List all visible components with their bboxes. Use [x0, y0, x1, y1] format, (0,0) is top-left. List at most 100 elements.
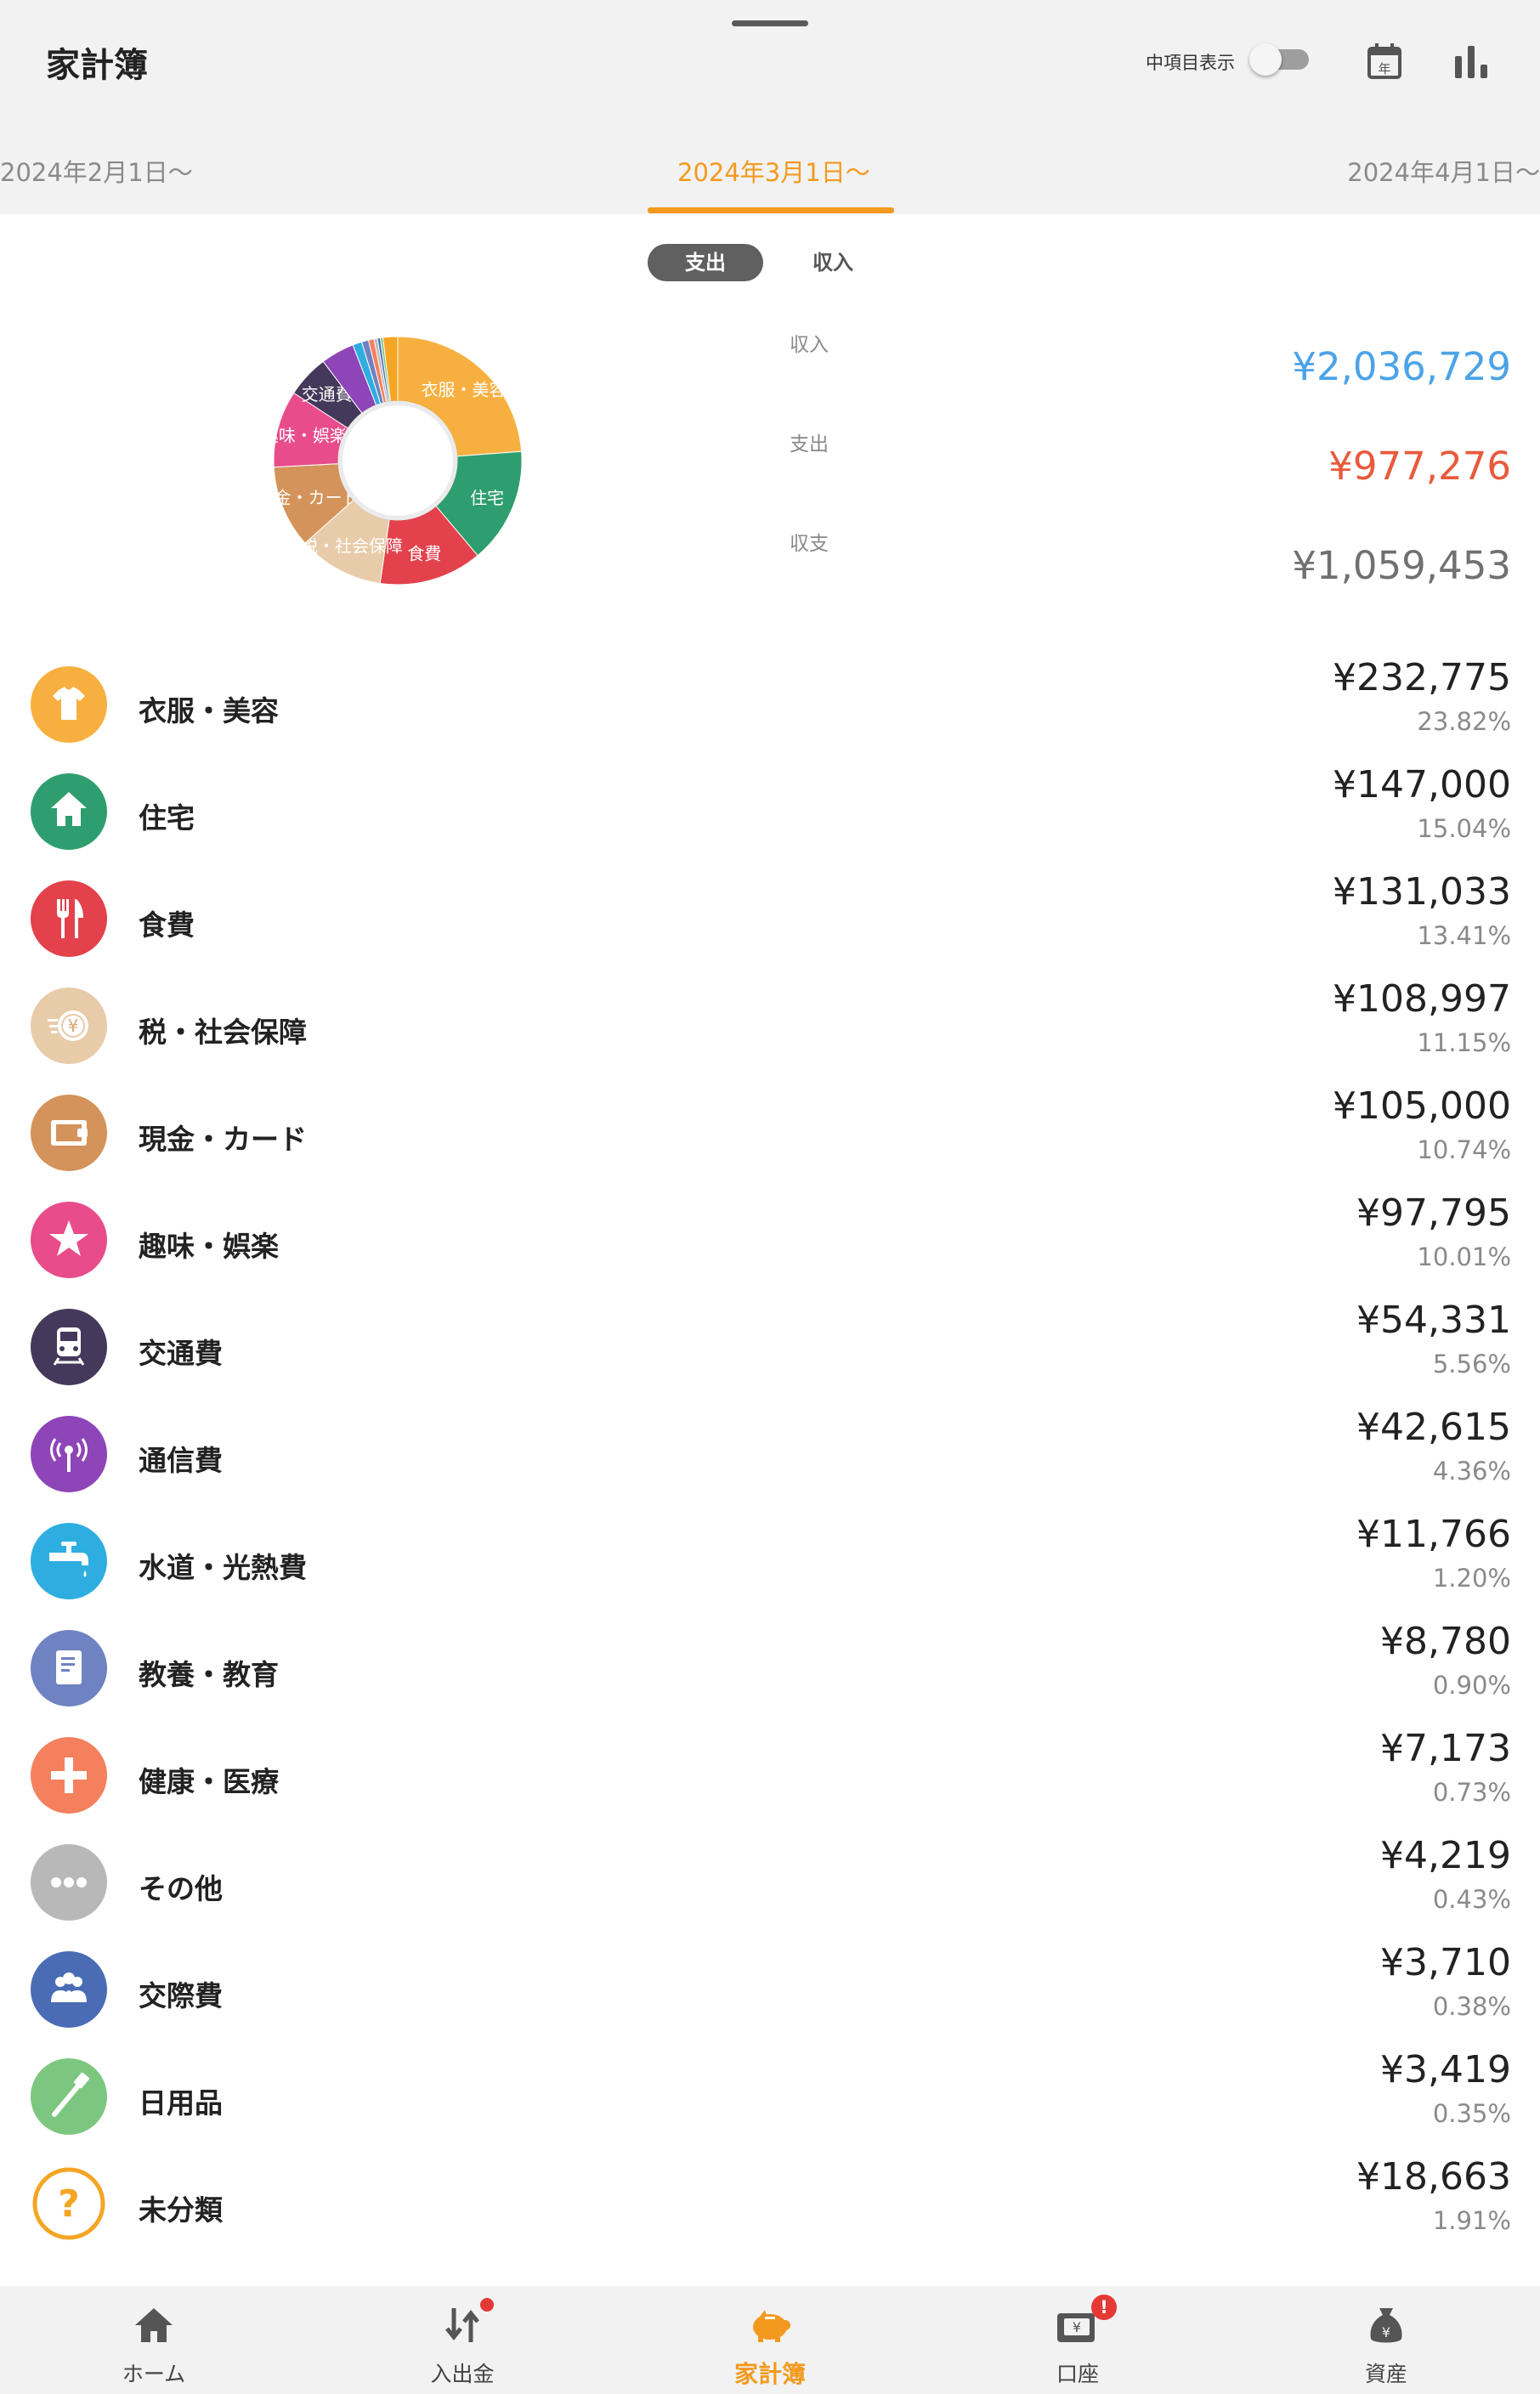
category-row[interactable]: 現金・カード ¥105,000 10.74% [0, 1079, 1540, 1186]
nav-accounts[interactable]: ¥ ! 口座 [993, 2286, 1163, 2394]
category-amount: ¥147,000 [1333, 763, 1511, 806]
category-name: 衣服・美容 [139, 694, 279, 727]
category-amount: ¥4,219 [1380, 1834, 1511, 1877]
nav-accounts-label: 口座 [1056, 2362, 1099, 2386]
category-amount: ¥54,331 [1356, 1299, 1511, 1342]
nav-assets-label: 資産 [1364, 2362, 1407, 2386]
category-amount: ¥3,710 [1380, 1941, 1511, 1984]
category-row[interactable]: 教養・教育 ¥8,780 0.90% [0, 1615, 1540, 1722]
segment-income[interactable]: 収入 [790, 244, 875, 281]
donut-slice-label: 税・社会保障 [301, 535, 403, 556]
category-percent: 0.73% [1432, 1778, 1511, 1807]
app-title: 家計簿 [46, 46, 148, 85]
category-row[interactable]: ? 未分類 ¥18,663 1.91% [0, 2150, 1540, 2257]
category-name: 日用品 [139, 2086, 223, 2120]
summary-balance-label: 収支 [790, 533, 829, 555]
category-row[interactable]: 交際費 ¥3,710 0.38% [0, 1936, 1540, 2043]
current-month-indicator [648, 207, 894, 213]
nav-kakeibo-label: 家計簿 [733, 2360, 806, 2388]
toothbrush-icon [31, 2058, 107, 2135]
nav-kakeibo[interactable]: 家計簿 [685, 2286, 855, 2394]
category-amount: ¥232,775 [1333, 656, 1511, 699]
toggle-knob [1249, 43, 1282, 76]
summary-expense-label: 支出 [790, 433, 829, 456]
star-icon [31, 1202, 107, 1278]
category-name: 健康・医療 [139, 1765, 279, 1798]
category-row[interactable]: その他 ¥4,219 0.43% [0, 1829, 1540, 1936]
category-percent: 10.01% [1417, 1242, 1511, 1271]
category-amount: ¥97,795 [1356, 1191, 1511, 1235]
category-percent: 4.36% [1432, 1457, 1511, 1486]
category-amount: ¥11,766 [1356, 1513, 1511, 1556]
donut-slice-label: 衣服・美容 [422, 379, 507, 399]
month-current[interactable]: 2024年3月1日〜 [677, 153, 870, 189]
category-row[interactable]: 水道・光熱費 ¥11,766 1.20% [0, 1508, 1540, 1615]
month-next[interactable]: 2024年4月1日〜 [1347, 153, 1540, 189]
category-percent: 0.43% [1432, 1885, 1511, 1914]
yen-coin-icon: ¥ [31, 988, 107, 1064]
category-name: 教養・教育 [139, 1658, 279, 1691]
category-percent: 0.38% [1432, 1992, 1511, 2021]
fork-knife-icon [31, 880, 107, 957]
category-amount: ¥105,000 [1333, 1084, 1511, 1128]
subcategory-toggle[interactable] [1249, 43, 1313, 76]
subcategory-toggle-label: 中項目表示 [1146, 53, 1235, 73]
svg-text:¥: ¥ [1382, 2324, 1390, 2340]
category-row[interactable]: 交通費 ¥54,331 5.56% [0, 1293, 1540, 1401]
category-amount: ¥7,173 [1380, 1727, 1511, 1770]
people-icon [31, 1951, 107, 2028]
drag-handle[interactable] [732, 20, 808, 26]
header-bar: 家計簿 中項目表示 年 2024年2月1日〜 2024年3月1日〜 2024年4… [0, 0, 1540, 214]
category-row[interactable]: 通信費 ¥42,615 4.36% [0, 1401, 1540, 1508]
category-amount: ¥8,780 [1380, 1620, 1511, 1663]
category-name: 食費 [139, 908, 195, 942]
category-percent: 0.90% [1432, 1671, 1511, 1700]
category-amount: ¥42,615 [1356, 1406, 1511, 1449]
tshirt-icon [31, 666, 107, 743]
category-row[interactable]: 趣味・娯楽 ¥97,795 10.01% [0, 1186, 1540, 1293]
category-row[interactable]: 住宅 ¥147,000 15.04% [0, 758, 1540, 865]
category-amount: ¥108,997 [1333, 977, 1511, 1021]
antenna-icon [31, 1416, 107, 1492]
calendar-year-icon[interactable]: 年 [1362, 39, 1407, 85]
category-row[interactable]: ¥ 税・社会保障 ¥108,997 11.15% [0, 972, 1540, 1079]
category-name: 趣味・娯楽 [139, 1230, 279, 1263]
category-percent: 10.74% [1417, 1135, 1511, 1164]
month-prev[interactable]: 2024年2月1日〜 [0, 153, 193, 189]
bottom-navigation: ホーム 入出金 家計簿 ¥ ! 口座 ¥ 資産 [0, 2286, 1540, 2394]
category-name: 交際費 [139, 1979, 223, 2012]
medical-cross-icon [31, 1737, 107, 1814]
more-dots-icon [31, 1844, 107, 1921]
nav-assets[interactable]: ¥ 資産 [1301, 2286, 1471, 2394]
faucet-icon [31, 1523, 107, 1599]
bar-chart-icon[interactable] [1448, 39, 1494, 85]
category-percent: 5.56% [1432, 1350, 1511, 1378]
donut-slice-label: 食費 [407, 544, 441, 564]
donut-hole [337, 400, 458, 521]
svg-text:?: ? [58, 2182, 80, 2226]
expense-donut-chart[interactable]: 衣服・美容住宅食費税・社会保障現金・カード趣味・娯楽交通費 [270, 333, 525, 588]
category-name: 交通費 [139, 1337, 223, 1370]
accounts-alert-badge: ! [1091, 2295, 1117, 2320]
transactions-badge-dot [480, 2298, 494, 2312]
category-name: 税・社会保障 [139, 1016, 307, 1049]
summary-income-value: ¥2,036,729 [1292, 344, 1511, 389]
category-row[interactable]: 日用品 ¥3,419 0.35% [0, 2043, 1540, 2150]
segment-expense[interactable]: 支出 [648, 244, 763, 281]
category-row[interactable]: 衣服・美容 ¥232,775 23.82% [0, 651, 1540, 758]
category-amount: ¥131,033 [1333, 870, 1511, 914]
donut-slice-label: 住宅 [470, 488, 504, 508]
category-percent: 1.20% [1432, 1564, 1511, 1593]
category-name: 現金・カード [139, 1123, 307, 1156]
calendar-icon-text: 年 [1378, 61, 1390, 76]
category-name: 水道・光熱費 [139, 1551, 307, 1584]
nav-transactions[interactable]: 入出金 [377, 2286, 547, 2394]
category-amount: ¥18,663 [1356, 2155, 1511, 2199]
category-percent: 11.15% [1417, 1028, 1511, 1057]
category-percent: 0.35% [1432, 2099, 1511, 2128]
category-row[interactable]: 健康・医療 ¥7,173 0.73% [0, 1722, 1540, 1829]
category-row[interactable]: 食費 ¥131,033 13.41% [0, 865, 1540, 972]
nav-home[interactable]: ホーム [69, 2286, 239, 2394]
category-name: 未分類 [139, 2193, 223, 2227]
category-name: 通信費 [139, 1444, 223, 1477]
